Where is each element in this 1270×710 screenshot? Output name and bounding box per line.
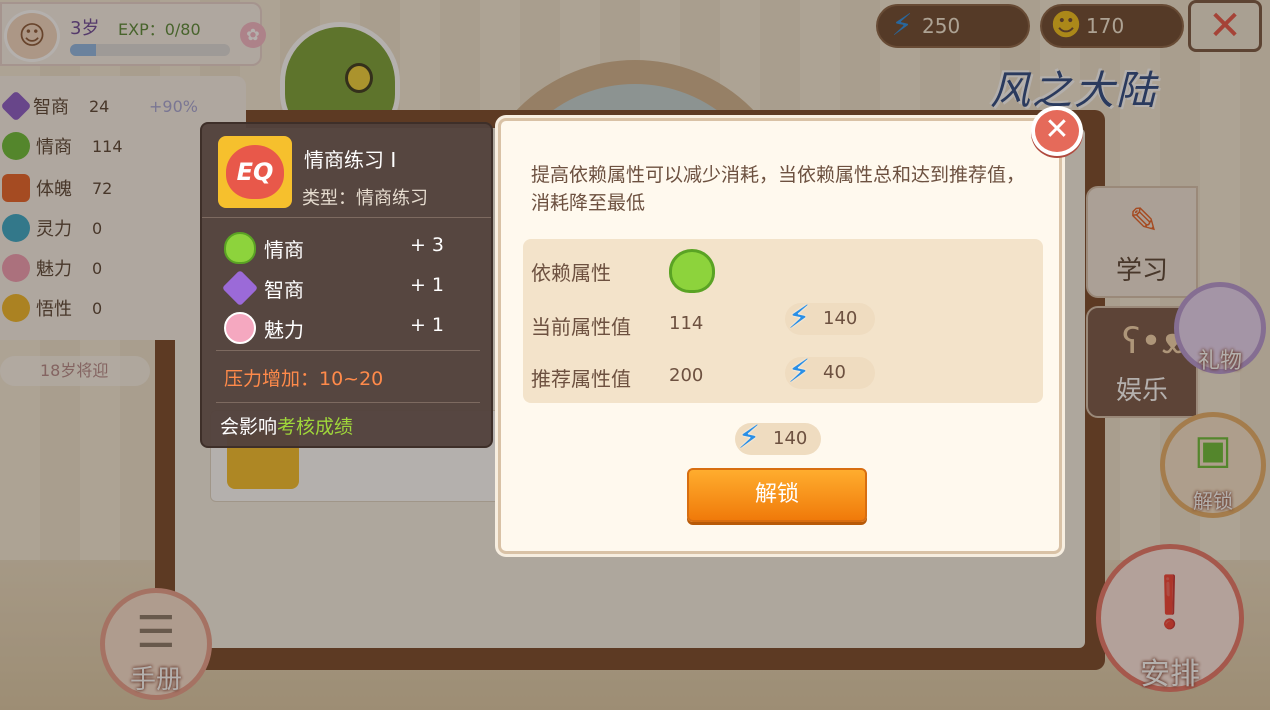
- dialog-close-button[interactable]: ✕: [1031, 106, 1083, 156]
- skill-header: EQ 情商练习 I 类型：情商练习: [202, 124, 491, 218]
- skill-info-panel: EQ 情商练习 I 类型：情商练习 情商 + 3 智商 + 1 魅力 + 1 压…: [200, 122, 493, 448]
- green-heart-icon: [669, 249, 715, 293]
- lightning-icon: ⚡: [787, 352, 811, 390]
- divider: [216, 402, 480, 403]
- green-heart-icon: [224, 232, 256, 264]
- recommended-cost: ⚡ 40: [785, 352, 875, 390]
- dependency-label: 依赖属性: [531, 261, 611, 285]
- affects-text: 会影响考核成绩: [220, 416, 354, 438]
- close-icon: ✕: [1044, 112, 1070, 147]
- effect-row-iq: 智商 + 1: [221, 269, 474, 307]
- current-value: 114: [669, 313, 704, 334]
- lightning-icon: ⚡: [737, 418, 761, 456]
- pressure-text: 压力增加：10~20: [224, 368, 384, 390]
- total-cost: ⚡ 140: [735, 418, 821, 456]
- unlock-dialog: 提高依赖属性可以减少消耗，当依赖属性总和达到推荐值，消耗降至最低 依赖属性 当前…: [498, 118, 1062, 554]
- skill-title: 情商练习 I: [304, 148, 397, 172]
- dialog-description: 提高依赖属性可以减少消耗，当依赖属性总和达到推荐值，消耗降至最低: [531, 164, 1026, 214]
- lightning-icon: ⚡: [787, 298, 811, 336]
- attribute-box: 依赖属性 当前属性值 114 ⚡ 140 推荐属性值 200 ⚡ 40: [523, 239, 1043, 403]
- current-label: 当前属性值: [531, 315, 631, 339]
- unlock-button[interactable]: 解锁: [687, 468, 867, 522]
- purple-gem-icon: [221, 269, 259, 307]
- current-cost: ⚡ 140: [785, 298, 875, 336]
- eq-skill-icon: EQ: [218, 136, 292, 208]
- recommended-value: 200: [669, 365, 704, 386]
- divider: [216, 350, 480, 351]
- effect-row-eq: 情商 + 3: [224, 230, 474, 266]
- pink-flower-icon: [224, 312, 256, 344]
- skill-type: 类型：情商练习: [302, 188, 428, 209]
- recommended-label: 推荐属性值: [531, 367, 631, 391]
- effect-row-charm: 魅力 + 1: [224, 310, 474, 346]
